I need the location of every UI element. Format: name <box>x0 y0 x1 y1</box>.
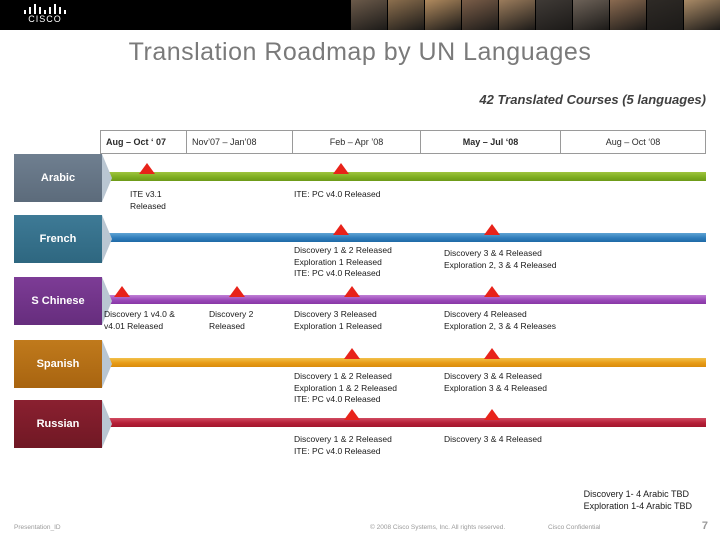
language-label-spanish: Spanish <box>14 340 112 388</box>
language-label-french: French <box>14 215 112 263</box>
milestone-marker-icon <box>139 163 155 174</box>
timeline-column-3: May – Jul ‘08 <box>421 131 561 153</box>
milestone-marker-icon <box>229 286 245 297</box>
subtitle: 42 Translated Courses (5 languages) <box>479 92 706 107</box>
banner-photo <box>351 0 387 30</box>
banner-photo <box>462 0 498 30</box>
cisco-logo-bars <box>24 3 66 14</box>
milestone-note: Discovery 1 & 2 Released Exploration 1 &… <box>294 371 398 404</box>
bottom-note: Discovery 1- 4 Arabic TBD Exploration 1-… <box>583 489 692 511</box>
milestone-marker-icon <box>484 224 500 235</box>
cisco-logo-wordmark: CISCO <box>28 14 62 24</box>
milestone-note: Discovery 3 Released Exploration 1 Relea… <box>294 309 382 331</box>
timeline-bar-spanish <box>100 358 706 367</box>
logo-bar <box>54 4 56 14</box>
banner-photo <box>647 0 683 30</box>
language-label-s-chinese: S Chinese <box>14 277 112 325</box>
label-tail <box>102 154 112 202</box>
milestone-note: Discovery 3 & 4 Released Exploration 2, … <box>444 248 557 270</box>
footer-presentation-id: Presentation_ID <box>14 524 61 531</box>
logo-bar <box>39 7 41 14</box>
banner-photo <box>499 0 535 30</box>
milestone-marker-icon <box>484 348 500 359</box>
cisco-logo: CISCO <box>10 3 80 27</box>
milestone-marker-icon <box>484 409 500 420</box>
timeline-column-1: Nov’07 – Jan’08 <box>187 131 293 153</box>
milestone-note: ITE v3.1 Released <box>130 189 166 211</box>
milestone-note: ITE: PC v4.0 Released <box>294 189 381 199</box>
banner-photo-strip <box>350 0 720 30</box>
label-tail <box>102 400 112 448</box>
banner-photo <box>536 0 572 30</box>
footer-page-number: 7 <box>701 520 708 532</box>
top-banner: CISCO <box>0 0 720 30</box>
milestone-note: Discovery 3 & 4 Released Exploration 3 &… <box>444 371 548 393</box>
timeline-bar-french <box>100 233 706 242</box>
timeline-header: Aug – Oct ‘ 07 Nov’07 – Jan’08 Feb – Apr ’… <box>100 130 706 154</box>
milestone-marker-icon <box>344 348 360 359</box>
milestone-marker-icon <box>484 286 500 297</box>
language-label-russian: Russian <box>14 400 112 448</box>
logo-bar <box>49 7 51 14</box>
label-tail <box>102 340 112 388</box>
logo-bar <box>34 4 36 14</box>
milestone-note: Discovery 1 & 2 Released Exploration 1 R… <box>294 245 392 278</box>
banner-photo <box>388 0 424 30</box>
milestone-marker-icon <box>333 163 349 174</box>
logo-bar <box>59 7 61 14</box>
milestone-marker-icon <box>333 224 349 235</box>
milestone-note: Discovery 4 Released Exploration 2, 3 & … <box>444 309 556 331</box>
timeline-bar-s-chinese <box>100 295 706 304</box>
milestone-note: Discovery 3 & 4 Released <box>444 434 542 444</box>
footer-copyright: © 2008 Cisco Systems, Inc. All rights re… <box>370 524 506 531</box>
timeline-column-2: Feb – Apr ’08 <box>293 131 421 153</box>
logo-bar <box>29 7 31 14</box>
footer-confidential: Cisco Confidential <box>548 524 601 531</box>
milestone-note: Discovery 1 v4.0 & v4.01 Released <box>104 309 175 331</box>
milestone-marker-icon <box>344 409 360 420</box>
banner-photo <box>425 0 461 30</box>
footer: Presentation_ID © 2008 Cisco Systems, In… <box>0 520 720 540</box>
label-tail <box>102 215 112 263</box>
page-title: Translation Roadmap by UN Languages <box>128 38 592 66</box>
banner-photo <box>610 0 646 30</box>
timeline-bar-russian <box>100 418 706 427</box>
timeline-column-0: Aug – Oct ‘ 07 <box>101 131 187 153</box>
timeline-column-4: Aug – Oct ‘08 <box>605 137 661 147</box>
language-label-arabic: Arabic <box>14 154 112 202</box>
banner-photo <box>684 0 720 30</box>
banner-photo <box>573 0 609 30</box>
milestone-note: Discovery 1 & 2 Released ITE: PC v4.0 Re… <box>294 434 392 456</box>
milestone-note: Discovery 2 Released <box>209 309 254 331</box>
milestone-marker-icon <box>344 286 360 297</box>
timeline-bar-arabic <box>100 172 706 181</box>
milestone-marker-icon <box>114 286 130 297</box>
